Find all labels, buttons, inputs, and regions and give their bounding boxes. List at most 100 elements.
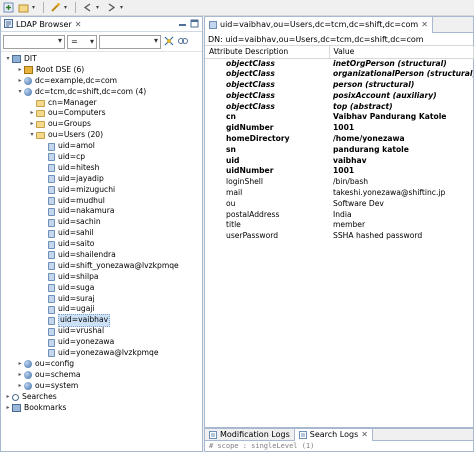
table-row[interactable]: postalAddress India: [205, 209, 473, 220]
tree-item[interactable]: ▸ Root DSE (6): [1, 65, 202, 76]
back-icon[interactable]: [81, 2, 93, 14]
attribute-value[interactable]: inetOrgPerson (structural): [329, 58, 473, 69]
operator-combo[interactable]: =: [67, 34, 97, 49]
expand-toggle-icon[interactable]: ▾: [16, 87, 24, 98]
tree-item[interactable]: uid=nakamura: [1, 206, 202, 217]
table-row[interactable]: gidNumber 1001: [205, 123, 473, 134]
tree-item[interactable]: ▾ ou=Users (20): [1, 130, 202, 141]
tree-item[interactable]: uid=shilpa: [1, 272, 202, 283]
tree-item[interactable]: uid=shift_yonezawa@lvzkpmqe: [1, 261, 202, 272]
maximize-icon[interactable]: [190, 19, 199, 30]
forward-icon[interactable]: [105, 2, 117, 14]
tree-item[interactable]: uid=yonezawa@lvzkpmqe: [1, 348, 202, 359]
open-icon[interactable]: [17, 2, 29, 14]
tab-modification-logs[interactable]: Modification Logs: [205, 429, 294, 441]
expand-toggle-icon[interactable]: ▸: [16, 359, 24, 370]
tree-item[interactable]: ▸ ou=system: [1, 381, 202, 392]
tree-item[interactable]: uid=saito: [1, 239, 202, 250]
table-row[interactable]: objectClass top (abstract): [205, 101, 473, 112]
tree-item[interactable]: ▸ Searches: [1, 392, 202, 403]
table-row[interactable]: objectClass posixAccount (auxiliary): [205, 90, 473, 101]
expand-toggle-icon[interactable]: ▾: [28, 130, 36, 141]
new-entry-icon[interactable]: [2, 2, 14, 14]
expand-toggle-icon[interactable]: ▸: [28, 119, 36, 130]
table-row[interactable]: ou Software Dev: [205, 198, 473, 209]
table-row[interactable]: uidNumber 1001: [205, 166, 473, 177]
attribute-combo[interactable]: [3, 34, 65, 49]
run-search-icon[interactable]: [163, 35, 175, 49]
tree-item[interactable]: uid=yonezawa: [1, 337, 202, 348]
attribute-value[interactable]: top (abstract): [329, 101, 473, 112]
attribute-value[interactable]: member: [329, 220, 473, 231]
table-row[interactable]: mail takeshi.yonezawa@shiftinc.jp: [205, 188, 473, 199]
tree-item[interactable]: uid=vaibhav: [1, 314, 202, 328]
expand-toggle-icon[interactable]: ▸: [4, 392, 12, 403]
attribute-value[interactable]: 1001: [329, 123, 473, 134]
tree-item[interactable]: ▸ Bookmarks: [1, 403, 202, 414]
table-row[interactable]: cn Vaibhav Pandurang Katole: [205, 112, 473, 123]
table-row[interactable]: sn pandurang katole: [205, 144, 473, 155]
table-row[interactable]: objectClass person (structural): [205, 80, 473, 91]
chevron-down-icon[interactable]: ▾: [64, 2, 70, 14]
chevron-down-icon[interactable]: ▾: [32, 2, 38, 14]
attribute-value[interactable]: India: [329, 209, 473, 220]
tree-item[interactable]: cn=Manager: [1, 98, 202, 109]
tree-item[interactable]: ▸ ou=Groups: [1, 119, 202, 130]
close-icon[interactable]: ✕: [361, 430, 368, 439]
table-row[interactable]: objectClass organizationalPerson (structu…: [205, 69, 473, 80]
close-icon[interactable]: ✕: [75, 20, 82, 29]
tree-item[interactable]: ▸ ou=Computers: [1, 108, 202, 119]
tree-item[interactable]: uid=suraj: [1, 294, 202, 305]
attribute-value[interactable]: 1001: [329, 166, 473, 177]
tree-item[interactable]: uid=vrushal: [1, 326, 202, 337]
tree-item[interactable]: uid=mizuguchi: [1, 185, 202, 196]
tree-item[interactable]: ▸ dc=example,dc=com: [1, 76, 202, 87]
attribute-value[interactable]: /bin/bash: [329, 177, 473, 188]
attribute-value[interactable]: /home/yonezawa: [329, 134, 473, 145]
attribute-value[interactable]: organizationalPerson (structural): [329, 69, 473, 80]
attribute-value[interactable]: Vaibhav Pandurang Katole: [329, 112, 473, 123]
expand-toggle-icon[interactable]: ▸: [28, 108, 36, 119]
tree-item[interactable]: uid=sahil: [1, 228, 202, 239]
expand-toggle-icon[interactable]: ▸: [4, 403, 12, 414]
tree-item[interactable]: uid=jayadip: [1, 174, 202, 185]
tab-search-logs[interactable]: Search Logs ✕: [293, 428, 373, 441]
chevron-down-icon[interactable]: ▾: [96, 2, 102, 14]
expand-toggle-icon[interactable]: ▸: [16, 65, 24, 76]
tree-item[interactable]: uid=amol: [1, 141, 202, 152]
table-row[interactable]: homeDirectory/home/yonezawa: [205, 134, 473, 145]
tree-item[interactable]: uid=sachin: [1, 217, 202, 228]
expand-toggle-icon[interactable]: ▾: [4, 54, 12, 65]
attribute-value[interactable]: vaibhav: [329, 155, 473, 166]
attribute-value[interactable]: posixAccount (auxiliary): [329, 90, 473, 101]
attribute-value[interactable]: Software Dev: [329, 198, 473, 209]
tree-item[interactable]: uid=suga: [1, 283, 202, 294]
attribute-value[interactable]: pandurang katole: [329, 144, 473, 155]
tree-item[interactable]: ▾ DIT: [1, 54, 202, 65]
attribute-value[interactable]: person (structural): [329, 80, 473, 91]
column-header-value[interactable]: Value: [329, 46, 474, 59]
table-row[interactable]: loginShell/bin/bash: [205, 177, 473, 188]
expand-toggle-icon[interactable]: ▸: [16, 381, 24, 392]
table-row[interactable]: title member: [205, 220, 473, 231]
tree-item[interactable]: ▸ ou=schema: [1, 370, 202, 381]
close-icon[interactable]: ✕: [421, 20, 428, 29]
link-with-editor-icon[interactable]: [177, 35, 189, 49]
table-row[interactable]: uid vaibhav: [205, 155, 473, 166]
minimize-icon[interactable]: [178, 19, 187, 30]
column-header-attribute[interactable]: Attribute Description: [205, 46, 330, 59]
tree-item[interactable]: ▸ ou=config: [1, 359, 202, 370]
tree-item[interactable]: uid=shailendra: [1, 250, 202, 261]
attribute-value[interactable]: SSHA hashed password: [329, 231, 473, 242]
connection-icon[interactable]: [49, 2, 61, 14]
tree-item[interactable]: uid=cp: [1, 152, 202, 163]
table-row[interactable]: userPassword SSHA hashed password: [205, 231, 473, 242]
entry-editor-tab[interactable]: uid=vaibhav,ou=Users,dc=tcm,dc=shift,dc=…: [205, 16, 433, 33]
expand-toggle-icon[interactable]: ▸: [16, 370, 24, 381]
tree-item[interactable]: uid=mudhul: [1, 196, 202, 207]
tree-item[interactable]: ▾ dc=tcm,dc=shift,dc=com (4): [1, 87, 202, 98]
ldap-browser-tab[interactable]: LDAP Browser ✕: [1, 17, 202, 32]
attribute-value[interactable]: takeshi.yonezawa@shiftinc.jp: [329, 188, 473, 199]
value-combo[interactable]: [99, 34, 161, 49]
tree-item[interactable]: uid=hitesh: [1, 163, 202, 174]
